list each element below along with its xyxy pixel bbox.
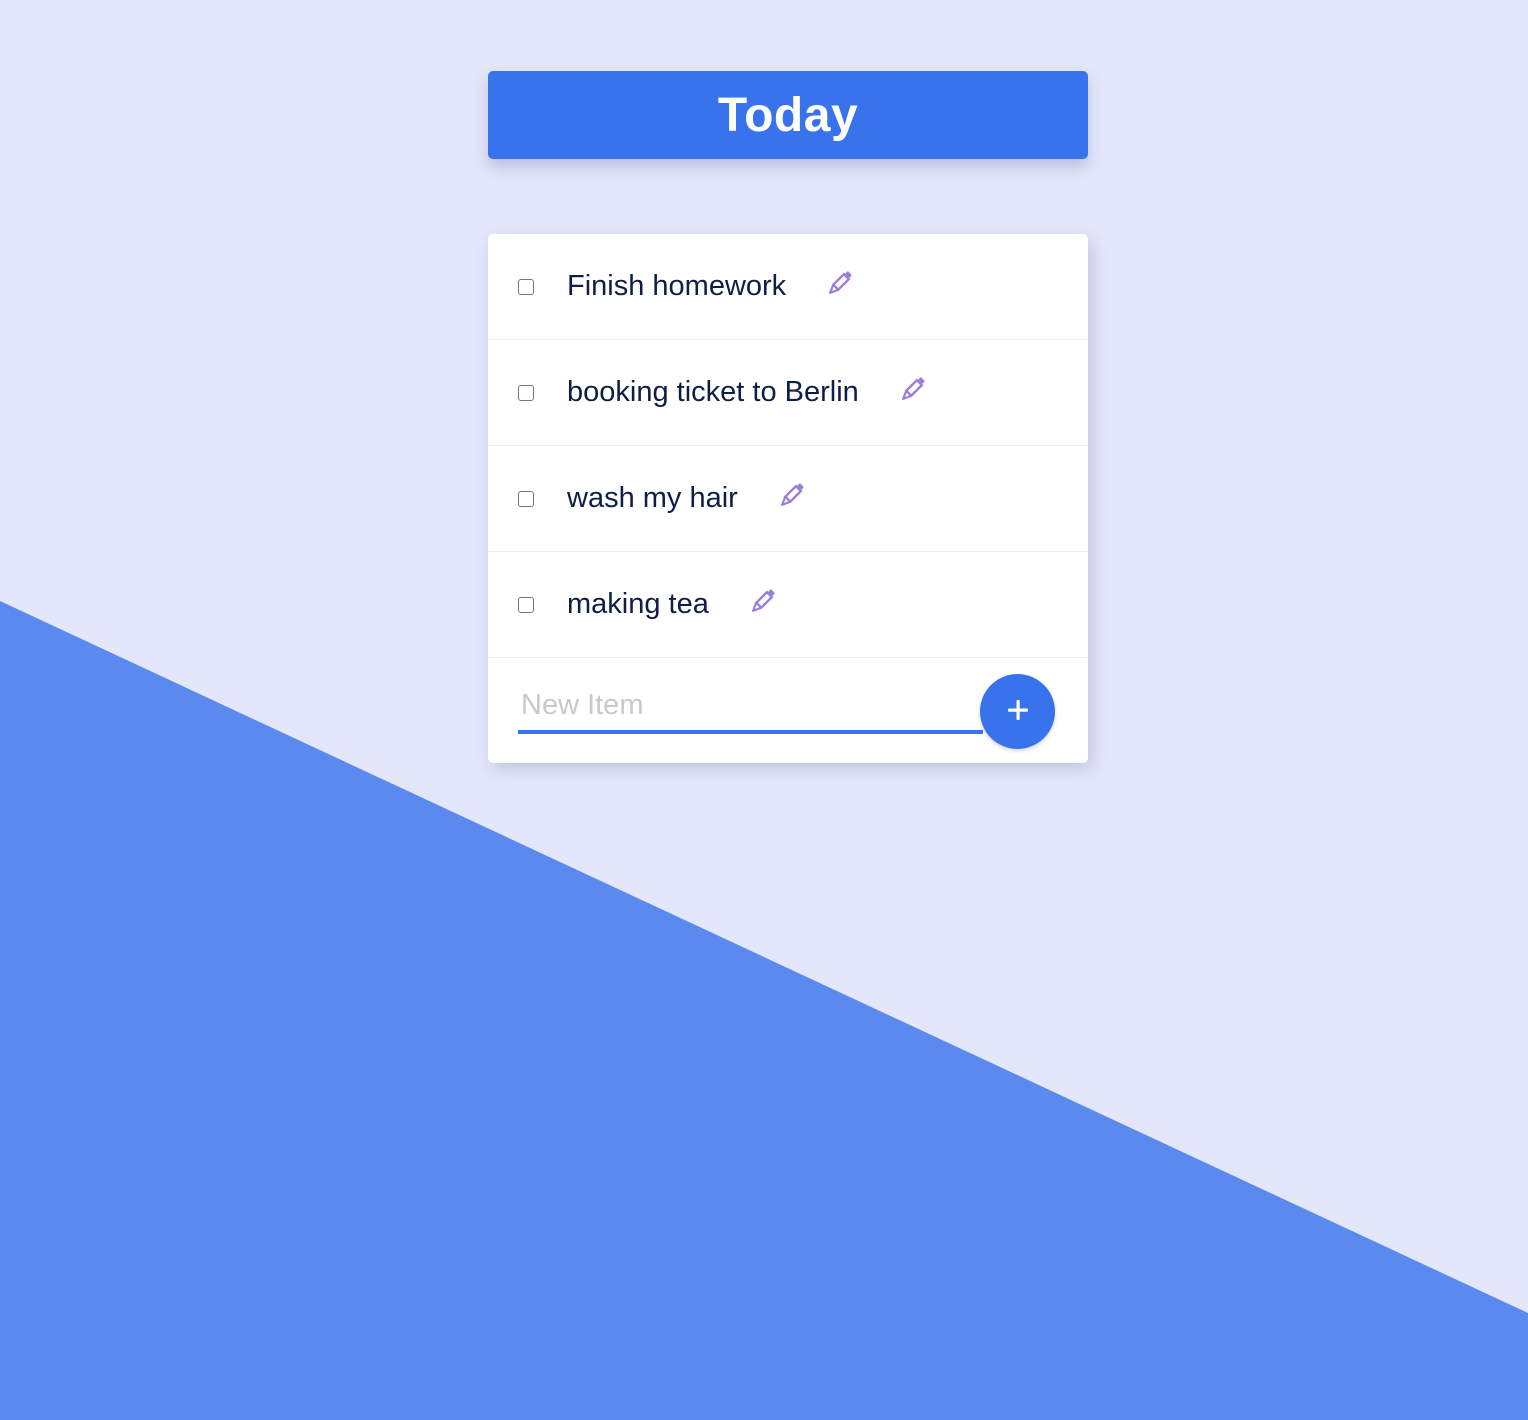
item-checkbox[interactable]	[518, 596, 534, 613]
new-item-row	[488, 658, 1088, 763]
item-checkbox[interactable]	[518, 278, 534, 295]
pencil-icon[interactable]	[776, 479, 808, 511]
list-item: Finish homework	[488, 234, 1088, 340]
item-checkbox[interactable]	[518, 490, 534, 507]
item-label: wash my hair	[567, 482, 738, 514]
plus-icon	[1005, 697, 1031, 726]
item-checkbox[interactable]	[518, 384, 534, 401]
list-item: booking ticket to Berlin	[488, 340, 1088, 446]
pencil-icon[interactable]	[824, 267, 856, 299]
add-item-button[interactable]	[980, 674, 1055, 749]
page-title: Today	[717, 88, 859, 142]
todo-card: Finish homework booking ticket to Berlin	[488, 234, 1088, 763]
item-label: making tea	[567, 588, 709, 620]
list-item: making tea	[488, 552, 1088, 658]
new-item-input[interactable]	[518, 680, 983, 734]
list-item: wash my hair	[488, 446, 1088, 552]
pencil-icon[interactable]	[747, 585, 779, 617]
item-label: Finish homework	[567, 270, 787, 302]
heading-box: Today	[488, 71, 1088, 159]
item-label: booking ticket to Berlin	[567, 376, 859, 408]
pencil-icon[interactable]	[897, 373, 929, 405]
